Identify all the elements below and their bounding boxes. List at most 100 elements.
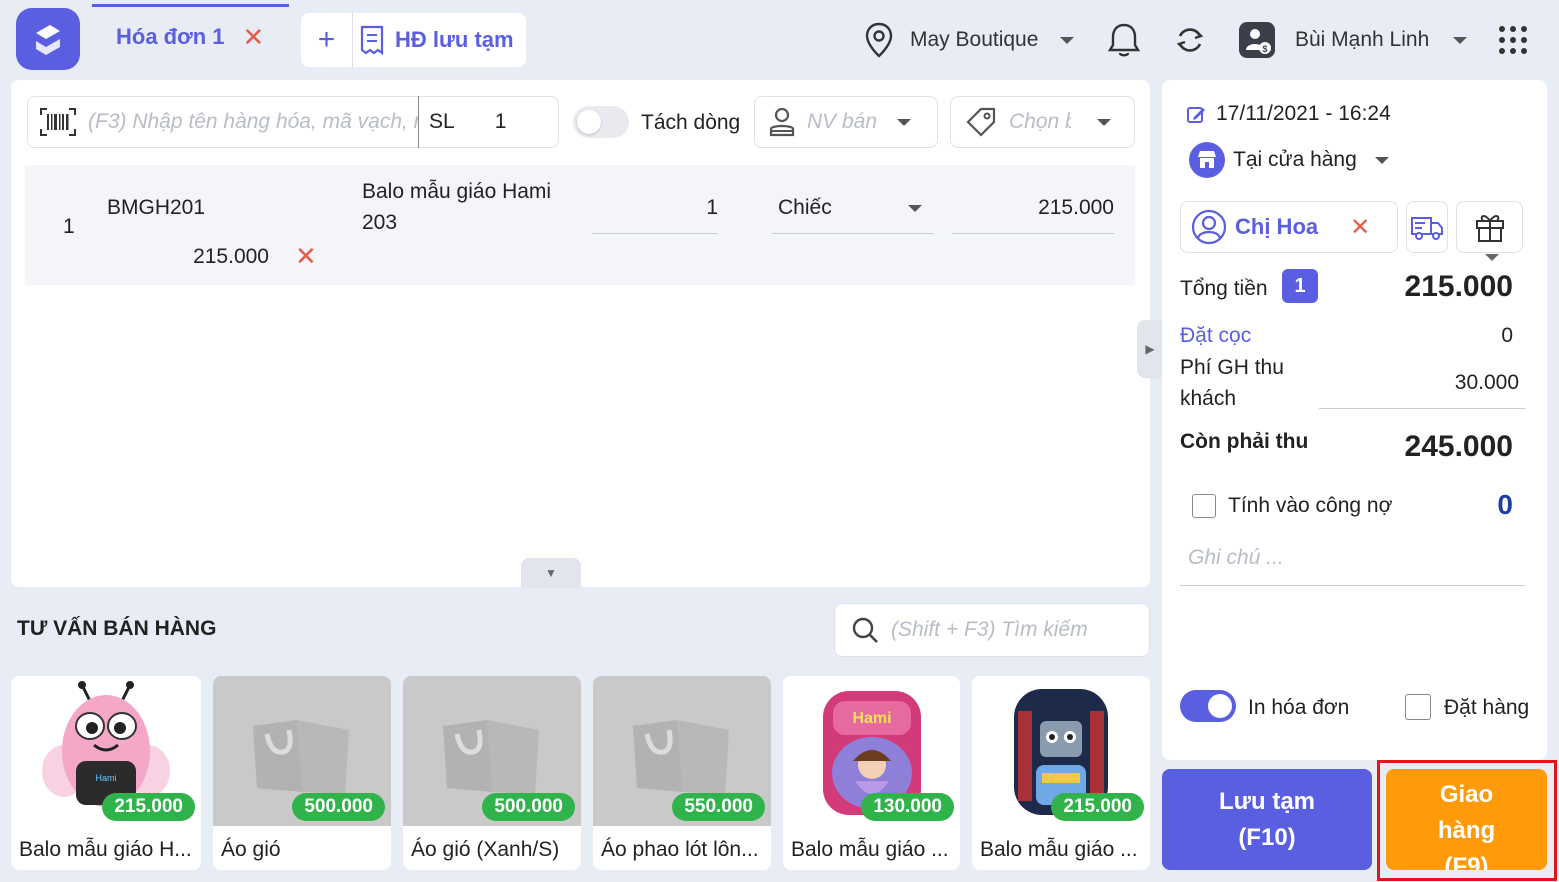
shipping-fee-input[interactable]: 30.000 bbox=[1362, 371, 1519, 395]
edit-icon[interactable] bbox=[1186, 105, 1206, 125]
save-draft-label: Lưu tạm bbox=[1218, 787, 1316, 815]
product-card[interactable]: 550.000 Áo phao lót lôn... bbox=[593, 676, 771, 870]
product-price-badge: 215.000 bbox=[1051, 793, 1144, 821]
store-selector[interactable]: May Boutique bbox=[864, 18, 1075, 62]
sync-icon bbox=[1176, 28, 1204, 52]
item-name-line1[interactable]: Balo mẫu giáo Hami bbox=[362, 180, 551, 204]
debt-checkbox[interactable] bbox=[1192, 494, 1216, 518]
note-input[interactable]: Ghi chú ... bbox=[1188, 546, 1284, 570]
close-tab-icon[interactable]: ✕ bbox=[243, 24, 265, 50]
location-pin-icon bbox=[865, 22, 893, 58]
order-summary-panel: 17/11/2021 - 16:24 Tại cửa hàng Chị Hoa … bbox=[1162, 80, 1547, 760]
chevron-down-icon bbox=[1374, 156, 1389, 164]
shopping-bag-icon bbox=[443, 720, 539, 794]
customer-name: Chị Hoa bbox=[1235, 214, 1319, 239]
product-name: Balo mẫu giáo ... bbox=[791, 838, 949, 861]
product-name: Áo gió (Xanh/S) bbox=[411, 838, 560, 861]
quantity-underline bbox=[592, 233, 718, 234]
caret-right-icon: ▶ bbox=[1145, 342, 1155, 356]
shopping-bag-icon bbox=[633, 720, 729, 794]
product-card[interactable]: 500.000 Áo gió bbox=[213, 676, 391, 870]
store-name: May Boutique bbox=[910, 28, 1039, 51]
expand-side-button[interactable]: ▶ bbox=[1137, 320, 1163, 378]
sync-button[interactable] bbox=[1174, 18, 1206, 62]
product-price-badge: 215.000 bbox=[102, 793, 195, 821]
saved-invoices-button[interactable]: HĐ lưu tạm bbox=[353, 25, 514, 55]
expand-bottom-button[interactable]: ▼ bbox=[521, 558, 581, 588]
delivery-button[interactable] bbox=[1406, 201, 1448, 253]
sales-channel-selector[interactable]: Tại cửa hàng bbox=[1189, 142, 1389, 178]
price-list-placeholder: Chọn bảng giá bbox=[1009, 110, 1071, 133]
product-name: Áo phao lót lôn... bbox=[601, 838, 759, 861]
receipt-icon bbox=[360, 25, 384, 55]
price-underline bbox=[952, 233, 1114, 234]
notifications-button[interactable] bbox=[1106, 18, 1142, 62]
chevron-down-icon bbox=[1485, 254, 1499, 261]
product-search-input[interactable]: (F3) Nhập tên hàng hóa, mã vạch, mã SKU bbox=[88, 110, 418, 134]
advice-search[interactable]: (Shift + F3) Tìm kiếm bbox=[834, 603, 1150, 657]
item-sku: BMGH201 bbox=[107, 196, 206, 219]
product-search[interactable]: (F3) Nhập tên hàng hóa, mã vạch, mã SKU … bbox=[27, 96, 559, 148]
item-quantity-input[interactable]: 1 bbox=[592, 196, 718, 220]
deposit-value: 0 bbox=[1501, 324, 1513, 347]
logo-icon bbox=[36, 25, 60, 55]
split-line-label: Tách dòng bbox=[641, 111, 741, 134]
customer-selector[interactable]: Chị Hoa ✕ bbox=[1180, 201, 1398, 253]
advice-search-input[interactable]: (Shift + F3) Tìm kiếm bbox=[891, 618, 1088, 642]
store-icon bbox=[1189, 142, 1225, 178]
toggle-knob bbox=[1208, 694, 1232, 718]
product-name: Balo mẫu giáo ... bbox=[980, 838, 1138, 861]
tag-icon bbox=[966, 107, 996, 137]
apps-menu-button[interactable] bbox=[1498, 18, 1528, 62]
order-label: Đặt hàng bbox=[1444, 696, 1530, 719]
save-draft-button[interactable]: Lưu tạm (F10) bbox=[1162, 769, 1372, 870]
add-tab-button[interactable]: + bbox=[301, 13, 353, 67]
remove-customer-icon[interactable]: ✕ bbox=[1350, 213, 1370, 242]
save-draft-shortcut: (F10) bbox=[1238, 823, 1296, 851]
product-card[interactable]: 500.000 Áo gió (Xanh/S) bbox=[403, 676, 581, 870]
split-line-toggle[interactable] bbox=[573, 106, 629, 138]
cart-item-row: 1 BMGH201 Balo mẫu giáo Hami 203 1 Chiếc… bbox=[25, 165, 1135, 285]
product-card[interactable]: Hami 130.000 Balo mẫu giáo ... bbox=[783, 676, 960, 870]
staff-icon bbox=[769, 107, 795, 137]
caret-down-icon: ▼ bbox=[545, 566, 557, 580]
highlight-frame bbox=[1377, 760, 1557, 881]
tab-actions: + HĐ lưu tạm bbox=[301, 13, 526, 67]
qty-label: SL bbox=[429, 110, 455, 133]
tab-invoice-1[interactable]: Hóa đơn 1 ✕ bbox=[92, 4, 289, 66]
product-card[interactable]: 215.000 Balo mẫu giáo ... bbox=[972, 676, 1150, 870]
item-line-total: 215.000 bbox=[193, 245, 269, 268]
print-invoice-toggle[interactable] bbox=[1180, 690, 1236, 722]
sales-channel-label: Tại cửa hàng bbox=[1233, 148, 1357, 171]
order-datetime: 17/11/2021 - 16:24 bbox=[1216, 102, 1391, 125]
deposit-link[interactable]: Đặt cọc bbox=[1180, 324, 1251, 348]
toggle-knob bbox=[577, 110, 601, 134]
product-price-badge: 550.000 bbox=[672, 793, 765, 821]
user-menu[interactable]: $ Bùi Mạnh Linh bbox=[1239, 18, 1468, 62]
saved-invoices-label: HĐ lưu tạm bbox=[395, 27, 514, 52]
staff-selector[interactable]: NV bán bbox=[754, 96, 938, 148]
chevron-down-icon bbox=[1060, 36, 1075, 44]
qty-input[interactable]: 1 bbox=[495, 110, 507, 134]
app-logo[interactable] bbox=[16, 8, 80, 70]
advice-title: TƯ VẤN BÁN HÀNG bbox=[17, 617, 217, 640]
delivery-truck-icon bbox=[1411, 217, 1443, 240]
product-card[interactable]: Hami 215.000 Balo mẫu giáo H... bbox=[11, 676, 201, 870]
item-name-line2[interactable]: 203 bbox=[362, 211, 397, 235]
order-checkbox[interactable] bbox=[1405, 694, 1431, 720]
chevron-down-icon bbox=[1453, 36, 1468, 44]
gift-button[interactable] bbox=[1456, 201, 1523, 253]
remove-item-icon[interactable]: ✕ bbox=[295, 241, 317, 272]
debt-label: Tính vào công nợ bbox=[1228, 494, 1393, 517]
chevron-down-icon bbox=[1097, 118, 1111, 126]
amount-due-label: Còn phải thu bbox=[1180, 430, 1309, 453]
item-unit-select[interactable]: Chiếc bbox=[778, 196, 832, 220]
item-unit-price-input[interactable]: 215.000 bbox=[952, 196, 1114, 220]
tab-invoice-label: Hóa đơn 1 bbox=[116, 23, 225, 49]
staff-placeholder: NV bán bbox=[807, 110, 877, 133]
shipping-fee-label-2: khách bbox=[1180, 387, 1237, 410]
price-list-selector[interactable]: Chọn bảng giá bbox=[950, 96, 1135, 148]
item-index: 1 bbox=[63, 215, 75, 238]
product-name: Balo mẫu giáo H... bbox=[19, 838, 192, 861]
amount-due-value: 245.000 bbox=[1404, 430, 1513, 463]
